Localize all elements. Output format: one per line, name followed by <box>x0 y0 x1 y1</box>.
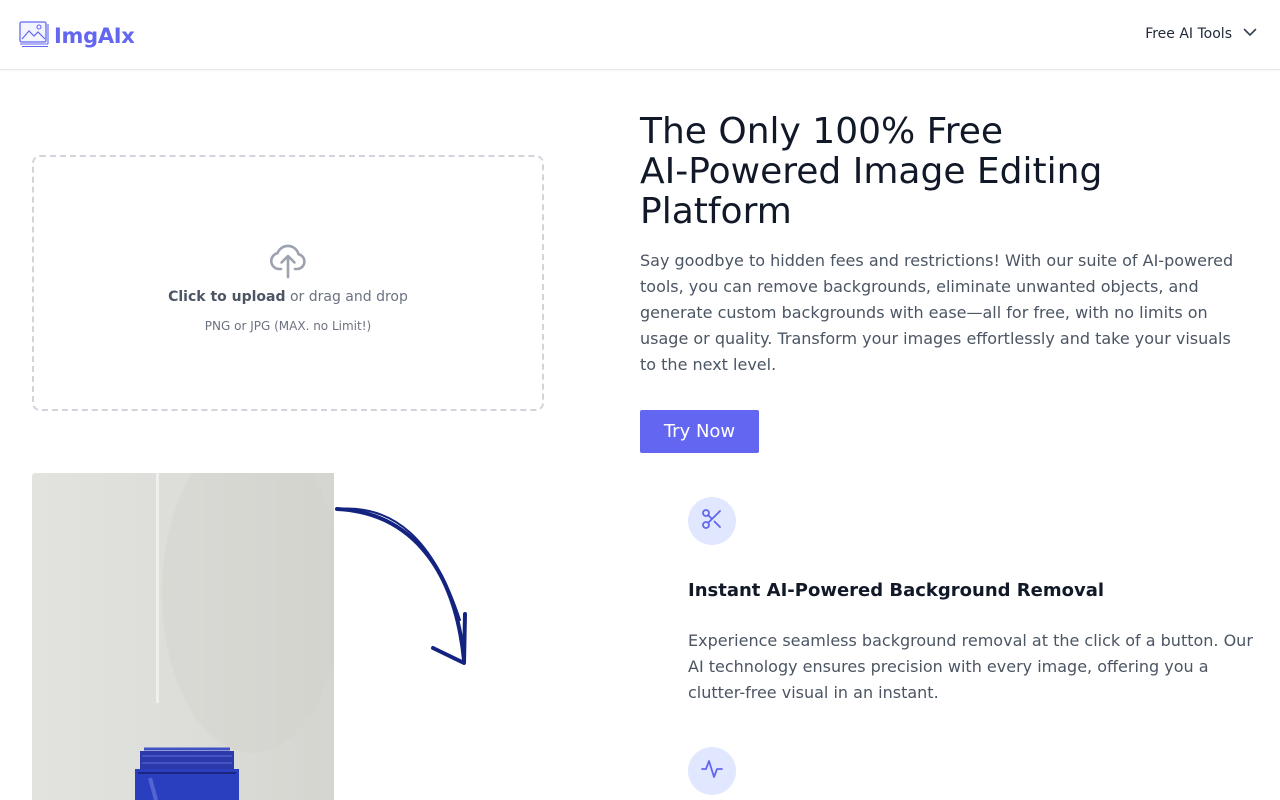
chevron-down-icon <box>1242 24 1258 44</box>
feature-icon-badge <box>688 497 736 545</box>
feature-description: Experience seamless background removal a… <box>688 631 1253 702</box>
drag-drop-text: or drag and drop <box>285 289 408 305</box>
try-now-button[interactable]: Try Now <box>640 410 759 453</box>
hero-title-line-3: Platform <box>640 191 792 232</box>
upload-formats-text: PNG or JPG (MAX. no Limit!) <box>204 319 372 333</box>
logo-link[interactable]: ImgAIx <box>18 20 135 52</box>
hero-description: Say goodbye to hidden fees and restricti… <box>640 251 1234 374</box>
tools-menu-label: Free AI Tools <box>1145 26 1232 42</box>
activity-icon <box>700 757 724 785</box>
hero-title: The Only 100% Free AI-Powered Image Edit… <box>640 112 1240 232</box>
logo-text: ImgAIx <box>54 24 135 48</box>
example-product-image <box>32 473 334 800</box>
scissors-icon <box>700 507 724 535</box>
image-logo-icon <box>18 20 50 52</box>
curved-arrow-icon <box>334 500 474 674</box>
upload-dropzone[interactable]: Click to upload or drag and drop PNG or … <box>32 155 544 411</box>
feature-title: Instant AI-Powered Background Removal <box>688 580 1105 601</box>
upload-instruction: Click to upload or drag and drop <box>168 289 408 305</box>
hero-title-line-1: The Only 100% Free <box>640 111 1004 152</box>
cloud-upload-icon <box>269 239 307 283</box>
click-to-upload-text: Click to upload <box>168 289 286 305</box>
free-ai-tools-menu[interactable]: Free AI Tools <box>1145 24 1258 44</box>
hero-title-line-2: AI-Powered Image Editing <box>640 151 1103 192</box>
top-navbar: ImgAIx Free AI Tools <box>0 0 1280 70</box>
feature-icon-badge <box>688 747 736 795</box>
